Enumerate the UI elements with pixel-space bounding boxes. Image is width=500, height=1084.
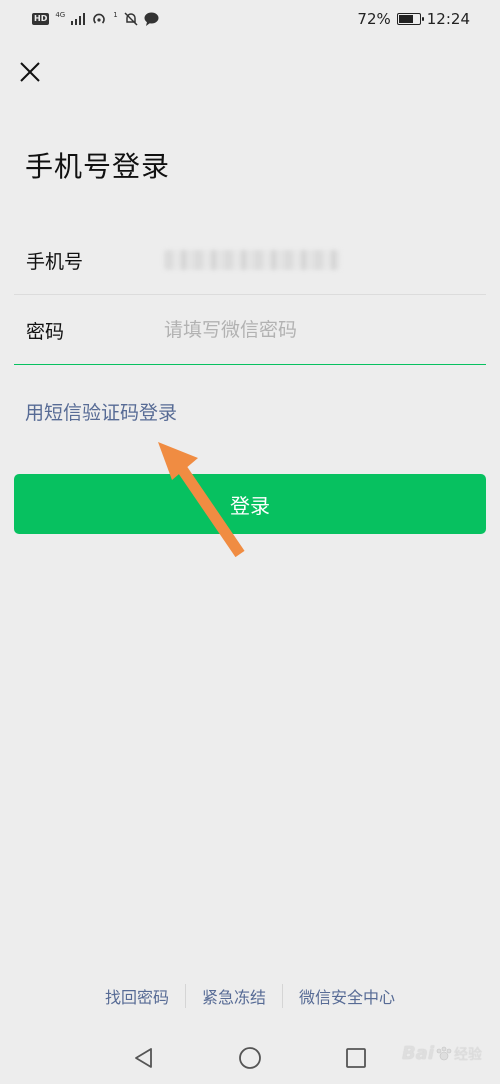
close-button[interactable]: [14, 56, 46, 88]
battery-percent: 72%: [357, 10, 391, 28]
signal-icon: [71, 13, 86, 25]
network-type-label: 4G: [55, 11, 66, 19]
recent-apps-button[interactable]: [338, 1040, 374, 1076]
hd-icon: HD: [32, 13, 50, 25]
recent-apps-icon: [346, 1048, 366, 1068]
emergency-freeze-link[interactable]: 紧急冻结: [186, 984, 282, 1008]
status-icons-left: HD 4G 1: [32, 11, 159, 26]
security-center-link[interactable]: 微信安全中心: [283, 984, 411, 1008]
watermark-brand: Bai: [401, 1043, 434, 1064]
status-bar: HD 4G 1 72% 12:24: [0, 0, 500, 42]
watermark-sub: 经验: [454, 1046, 482, 1063]
phone-label: 手机号: [26, 250, 84, 273]
hotspot-icon: [93, 13, 106, 24]
find-password-link[interactable]: 找回密码: [89, 984, 185, 1008]
home-icon: [239, 1047, 261, 1069]
phone-number-blurred[interactable]: [164, 250, 340, 270]
mute-bell-icon: [124, 12, 138, 26]
chat-icon: [144, 12, 159, 26]
password-row[interactable]: 密码: [14, 296, 486, 365]
back-icon: [135, 1048, 152, 1068]
notification-count: 1: [113, 11, 118, 19]
battery-fill: [398, 15, 413, 23]
close-icon: [20, 62, 40, 82]
home-button[interactable]: [232, 1040, 268, 1076]
clock: 12:24: [426, 10, 470, 28]
baidu-watermark: Bai 经验: [402, 1043, 482, 1064]
paw-icon: [436, 1046, 452, 1060]
page-title: 手机号登录: [25, 150, 171, 183]
status-icons-right: 72% 12:24: [357, 10, 470, 28]
login-button[interactable]: 登录: [14, 474, 486, 534]
password-label: 密码: [26, 320, 65, 343]
back-button[interactable]: [126, 1040, 162, 1076]
phone-row[interactable]: 手机号: [14, 226, 486, 295]
footer-links: 找回密码 紧急冻结 微信安全中心: [0, 984, 500, 1008]
sms-login-link[interactable]: 用短信验证码登录: [25, 398, 177, 425]
password-input[interactable]: [164, 319, 484, 341]
battery-icon: [396, 13, 424, 25]
